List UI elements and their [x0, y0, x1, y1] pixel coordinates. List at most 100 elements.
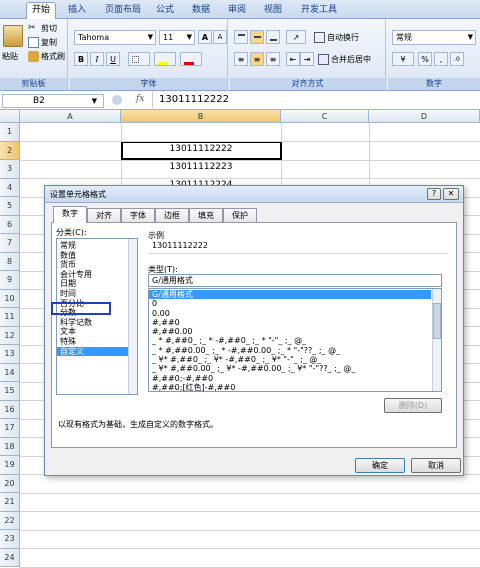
category-item[interactable]: 日期 — [57, 279, 137, 289]
help-button[interactable]: ? — [427, 188, 441, 200]
type-item[interactable]: #,##0;[红色]-#,##0 — [149, 383, 431, 392]
decrease-indent-button[interactable]: ⇤ — [286, 52, 300, 66]
row-header[interactable]: 24 — [0, 548, 20, 567]
align-top-button[interactable] — [234, 30, 248, 44]
row-header[interactable]: 4 — [0, 178, 20, 197]
column-header-a[interactable]: A — [20, 110, 121, 123]
orientation-button[interactable]: ↗ — [286, 30, 306, 44]
font-name-select[interactable]: Tahoma ▼ — [74, 30, 156, 45]
merge-center-button[interactable]: 合并后居中 — [318, 54, 371, 65]
row-header[interactable]: 14 — [0, 363, 20, 382]
tab-formulas[interactable]: 公式 — [150, 3, 180, 19]
tab-number[interactable]: 数字 — [53, 206, 87, 223]
column-header-b[interactable]: B — [121, 110, 281, 123]
row-header[interactable]: 8 — [0, 252, 20, 271]
shrink-font-button[interactable]: A — [213, 30, 227, 44]
close-button[interactable]: ✕ — [443, 188, 459, 200]
format-painter-button[interactable]: 格式刷 — [28, 51, 65, 62]
copy-button[interactable]: 复制 — [28, 37, 57, 48]
category-item[interactable]: 数值 — [57, 251, 137, 261]
row-header[interactable]: 15 — [0, 382, 20, 401]
delete-button[interactable]: 删除(D) — [384, 398, 442, 413]
category-item[interactable]: 时间 — [57, 289, 137, 299]
row-header[interactable]: 9 — [0, 271, 20, 290]
increase-decimal-button[interactable]: .0 — [450, 52, 464, 66]
tab-home[interactable]: 开始 — [26, 2, 56, 20]
row-header[interactable]: 21 — [0, 493, 20, 512]
type-item[interactable]: _ * #,##0_ ;_ * -#,##0_ ;_ * "-"_ ;_ @_ — [149, 336, 431, 345]
type-item[interactable]: G/通用格式 — [149, 290, 431, 300]
select-all-corner[interactable] — [0, 110, 20, 123]
bold-button[interactable]: B — [74, 52, 88, 66]
cancel-button[interactable]: 取消 — [411, 458, 461, 473]
tab-alignment[interactable]: 对齐 — [87, 208, 121, 222]
type-list[interactable]: G/通用格式 0 0.00 #,##0 #,##0.00 _ * #,##0_ ;_ * … — [148, 288, 442, 392]
tab-developer[interactable]: 开发工具 — [296, 3, 342, 19]
font-color-button[interactable] — [180, 52, 202, 66]
underline-button[interactable]: U — [106, 52, 120, 66]
increase-indent-button[interactable]: ⇥ — [300, 52, 314, 66]
tab-insert[interactable]: 插入 — [62, 3, 92, 19]
row-header[interactable]: 13 — [0, 345, 20, 364]
type-item[interactable]: _ ¥* #,##0.00_ ;_ ¥* -#,##0.00_ ;_ ¥* "-… — [149, 364, 431, 373]
type-item[interactable]: _ * #,##0.00_ ;_ * -#,##0.00_ ;_ * "-"??… — [149, 346, 431, 355]
row-header[interactable]: 20 — [0, 474, 20, 493]
tab-border[interactable]: 边框 — [155, 208, 189, 222]
align-bottom-button[interactable] — [266, 30, 280, 44]
row-header[interactable]: 10 — [0, 289, 20, 308]
column-header-d[interactable]: D — [369, 110, 480, 123]
percent-button[interactable]: % — [418, 52, 432, 66]
row-header[interactable]: 17 — [0, 419, 20, 438]
name-box[interactable]: B2 ▼ — [2, 94, 104, 108]
align-center-button[interactable]: ≡ — [250, 52, 264, 66]
font-size-select[interactable]: 11 ▼ — [159, 30, 195, 45]
tab-data[interactable]: 数据 — [186, 3, 216, 19]
wrap-text-button[interactable]: 自动换行 — [314, 32, 359, 43]
row-header[interactable]: 2 — [0, 141, 20, 160]
row-header[interactable]: 3 — [0, 160, 20, 179]
row-header[interactable]: 7 — [0, 234, 20, 253]
italic-button[interactable]: I — [90, 52, 104, 66]
row-header[interactable]: 11 — [0, 308, 20, 327]
comma-button[interactable]: , — [434, 52, 448, 66]
category-item[interactable]: 常规 — [57, 241, 137, 251]
tab-view[interactable]: 视图 — [258, 3, 288, 19]
category-item[interactable]: 会计专用 — [57, 270, 137, 280]
insert-function-button[interactable]: fx — [136, 94, 144, 104]
row-header[interactable]: 12 — [0, 326, 20, 345]
category-item[interactable]: 文本 — [57, 327, 137, 337]
type-item[interactable]: _ ¥* #,##0_ ;_ ¥* -#,##0_ ;_ ¥* "-"_ ;_ … — [149, 355, 431, 364]
number-format-select[interactable]: 常规 ▼ — [392, 30, 476, 45]
tab-protection[interactable]: 保护 — [223, 208, 257, 222]
formula-input[interactable]: 13011112222 — [152, 92, 478, 108]
type-input[interactable]: G/通用格式 — [148, 274, 442, 287]
category-item[interactable]: 特殊 — [57, 337, 137, 347]
scroll-thumb[interactable] — [433, 303, 441, 339]
align-middle-button[interactable] — [250, 30, 264, 44]
tab-font[interactable]: 字体 — [121, 208, 155, 222]
ok-button[interactable]: 确定 — [355, 458, 405, 473]
type-item[interactable]: #,##0;-#,##0 — [149, 374, 431, 383]
type-item[interactable]: #,##0.00 — [149, 327, 431, 336]
row-header[interactable]: 23 — [0, 530, 20, 549]
paste-button[interactable]: 粘贴 — [2, 51, 18, 62]
tab-fill[interactable]: 填充 — [189, 208, 223, 222]
column-header-c[interactable]: C — [281, 110, 369, 123]
fill-color-button[interactable] — [154, 52, 176, 66]
tab-page-layout[interactable]: 页面布局 — [100, 3, 146, 19]
row-header[interactable]: 16 — [0, 400, 20, 419]
category-item[interactable]: 科学记数 — [57, 318, 137, 328]
expand-handle-icon[interactable] — [112, 95, 122, 105]
type-item[interactable]: 0.00 — [149, 309, 431, 318]
cell-b3[interactable]: 13011112223 — [121, 162, 281, 172]
category-list[interactable]: 常规 数值 货币 会计专用 日期 时间 百分比 分数 科学记数 文本 特殊 自定义 — [56, 238, 138, 395]
cell-b2[interactable]: 13011112222 — [121, 144, 281, 154]
row-header[interactable]: 22 — [0, 511, 20, 530]
paste-icon[interactable] — [3, 25, 23, 47]
type-item[interactable]: 0 — [149, 299, 431, 308]
accounting-format-button[interactable]: ¥ — [392, 52, 414, 66]
border-button[interactable] — [128, 52, 150, 66]
type-scrollbar[interactable] — [432, 289, 441, 391]
type-item[interactable]: #,##0 — [149, 318, 431, 327]
align-right-button[interactable]: ≡ — [266, 52, 280, 66]
